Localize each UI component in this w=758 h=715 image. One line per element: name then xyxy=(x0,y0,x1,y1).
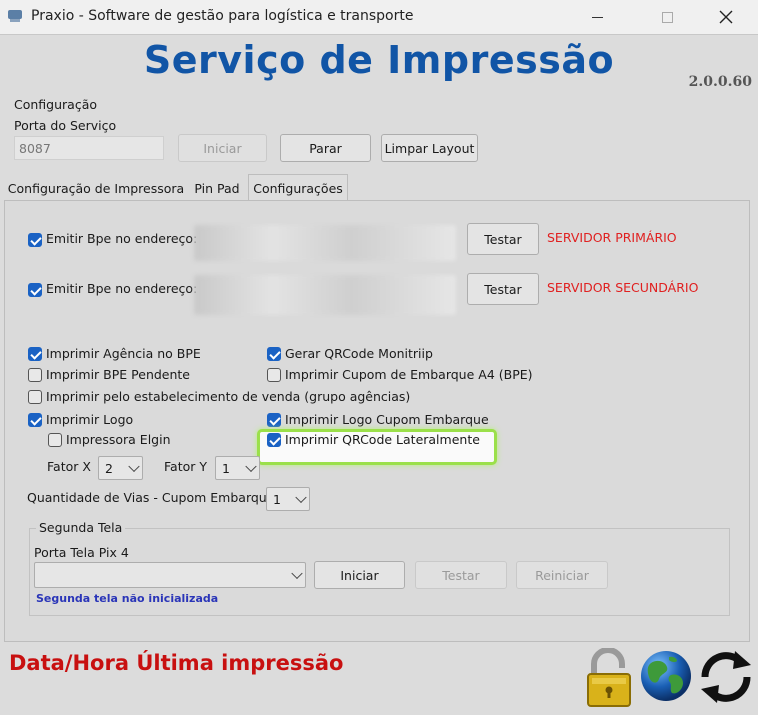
secondary-server-label: Emitir Bpe no endereço: xyxy=(46,281,198,296)
tab-printer-config[interactable]: Configuração de Impressora xyxy=(6,176,186,201)
close-button[interactable] xyxy=(703,0,749,34)
fator-x-label: Fator X xyxy=(47,459,91,474)
tab-pin-pad[interactable]: Pin Pad xyxy=(190,176,244,201)
chevron-down-icon xyxy=(245,460,257,473)
minimize-button[interactable] xyxy=(574,0,620,34)
last-print-label: Data/Hora Última impressão xyxy=(9,651,344,675)
test-secondary-button[interactable]: Testar xyxy=(467,273,539,305)
version-label: 2.0.0.60 xyxy=(688,74,752,90)
imprimir-qrcode-lateral-checkbox[interactable] xyxy=(267,433,281,447)
page-title: Serviço de Impressão xyxy=(143,38,615,82)
chevron-down-icon xyxy=(291,567,303,580)
start-service-button[interactable]: Iniciar xyxy=(178,134,267,162)
tab-settings[interactable]: Configurações xyxy=(248,174,348,202)
vias-select[interactable]: 1 xyxy=(266,487,310,511)
fator-y-select[interactable]: 1 xyxy=(215,456,260,480)
imprimir-cupom-a4-label: Imprimir Cupom de Embarque A4 (BPE) xyxy=(285,367,533,382)
segunda-tela-restart-button[interactable]: Reiniciar xyxy=(516,561,608,589)
fator-y-value: 1 xyxy=(222,460,230,476)
port-input[interactable]: 8087 xyxy=(14,136,164,160)
fator-x-select[interactable]: 2 xyxy=(98,456,143,480)
refresh-icon[interactable] xyxy=(697,647,755,707)
secondary-server-status: SERVIDOR SECUNDÁRIO xyxy=(547,280,699,295)
vias-label: Quantidade de Vias - Cupom Embarque xyxy=(27,490,275,505)
config-group-label: Configuração xyxy=(14,97,98,112)
imprimir-qrcode-lateral-label: Imprimir QRCode Lateralmente xyxy=(285,432,480,447)
porta-tela-pix-label: Porta Tela Pix 4 xyxy=(34,545,129,560)
globe-icon[interactable] xyxy=(639,649,693,703)
segunda-tela-start-button[interactable]: Iniciar xyxy=(314,561,405,589)
primary-server-checkbox[interactable] xyxy=(28,233,42,247)
imprimir-estabelecimento-checkbox[interactable] xyxy=(28,390,42,404)
secondary-server-checkbox[interactable] xyxy=(28,283,42,297)
imprimir-agencia-checkbox[interactable] xyxy=(28,347,42,361)
primary-server-label: Emitir Bpe no endereço: xyxy=(46,231,198,246)
stop-service-button[interactable]: Parar xyxy=(280,134,371,162)
primary-server-status: SERVIDOR PRIMÁRIO xyxy=(547,230,677,245)
window-title: Praxio - Software de gestão para logísti… xyxy=(31,8,414,24)
impressora-elgin-label: Impressora Elgin xyxy=(66,432,171,447)
impressora-elgin-checkbox[interactable] xyxy=(48,433,62,447)
minimize-icon xyxy=(591,16,603,18)
secondary-server-address-redacted[interactable] xyxy=(194,275,456,315)
app-icon xyxy=(8,10,22,22)
segunda-tela-test-button[interactable]: Testar xyxy=(415,561,507,589)
imprimir-cupom-a4-checkbox[interactable] xyxy=(267,368,281,382)
imprimir-logo-label: Imprimir Logo xyxy=(46,412,134,427)
test-primary-button[interactable]: Testar xyxy=(467,223,539,255)
gerar-qrcode-label: Gerar QRCode Monitriip xyxy=(285,346,433,361)
porta-tela-pix-select[interactable] xyxy=(34,562,306,588)
port-label: Porta do Serviço xyxy=(14,118,117,133)
segunda-tela-label: Segunda Tela xyxy=(36,520,126,535)
primary-server-address-redacted[interactable] xyxy=(194,225,456,261)
segunda-tela-status: Segunda tela não inicializada xyxy=(36,592,219,605)
imprimir-logo-cupom-label: Imprimir Logo Cupom Embarque xyxy=(285,412,489,427)
imprimir-agencia-label: Imprimir Agência no BPE xyxy=(46,346,201,361)
close-icon xyxy=(719,10,733,24)
fator-y-label: Fator Y xyxy=(164,459,207,474)
vias-value: 1 xyxy=(273,491,281,507)
title-bar[interactable]: Praxio - Software de gestão para logísti… xyxy=(0,0,758,35)
fator-x-value: 2 xyxy=(105,460,113,476)
imprimir-logo-cupom-checkbox[interactable] xyxy=(267,413,281,427)
imprimir-logo-checkbox[interactable] xyxy=(28,413,42,427)
imprimir-estabelecimento-label: Imprimir pelo estabelecimento de venda (… xyxy=(46,389,411,404)
gerar-qrcode-checkbox[interactable] xyxy=(267,347,281,361)
imprimir-pendente-label: Imprimir BPE Pendente xyxy=(46,367,191,382)
imprimir-pendente-checkbox[interactable] xyxy=(28,368,42,382)
padlock-open-icon[interactable] xyxy=(586,648,632,708)
chevron-down-icon xyxy=(295,491,307,504)
chevron-down-icon xyxy=(128,460,140,473)
maximize-icon xyxy=(661,11,673,23)
maximize-button[interactable] xyxy=(644,0,690,34)
main-window: Praxio - Software de gestão para logísti… xyxy=(0,0,758,715)
clear-layout-button[interactable]: Limpar Layout xyxy=(381,134,478,162)
